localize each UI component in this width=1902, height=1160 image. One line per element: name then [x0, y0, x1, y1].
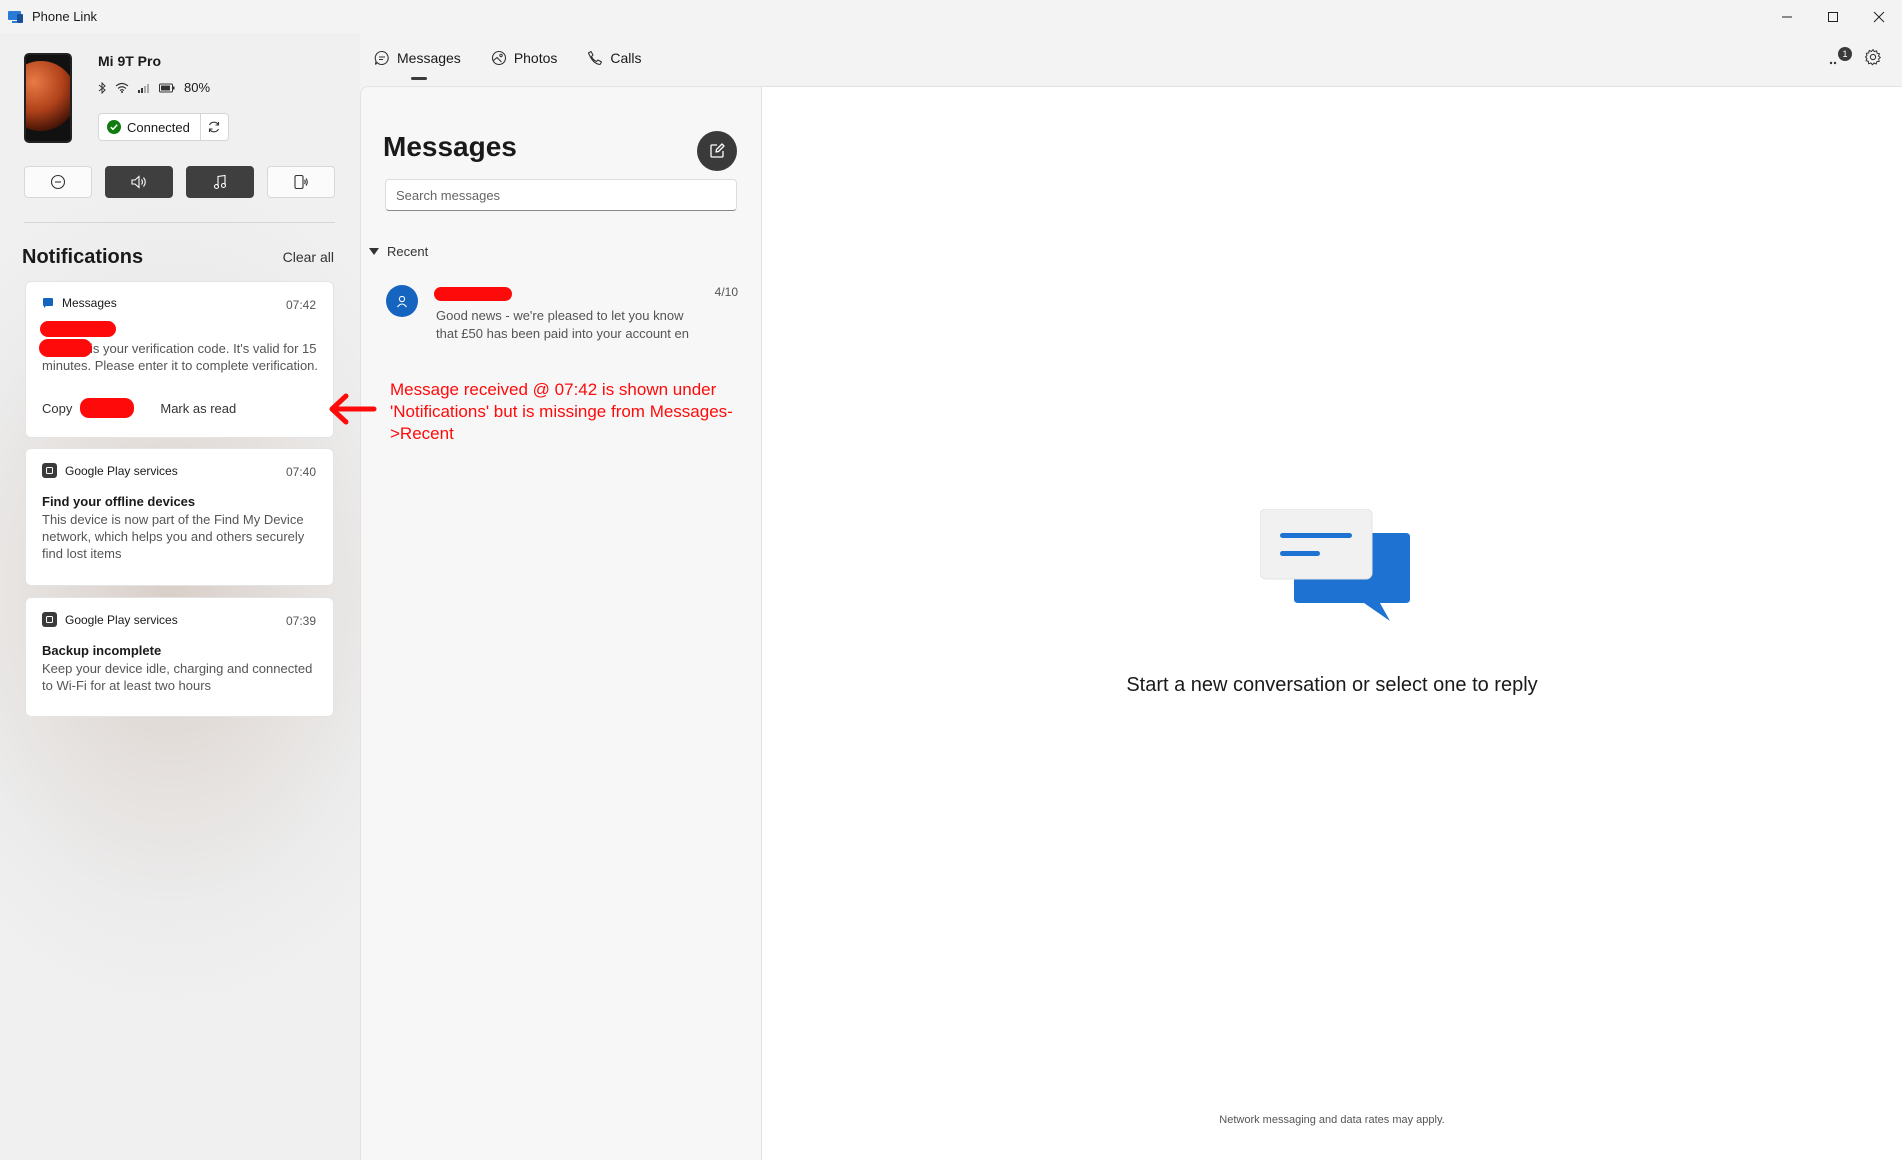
main-nav: Messages Photos Calls	[374, 50, 642, 66]
wifi-icon	[115, 82, 129, 93]
notification-time: 07:39	[285, 614, 316, 628]
conversation-view: Start a new conversation or select one t…	[762, 86, 1902, 1160]
tab-messages-label: Messages	[397, 50, 461, 66]
phone-link-app-icon	[8, 10, 23, 23]
notification-card[interactable]: Google Play services 07:40 Find your off…	[25, 448, 334, 586]
refresh-button[interactable]	[200, 113, 229, 141]
music-note-icon	[213, 174, 227, 190]
tab-calls[interactable]: Calls	[587, 50, 642, 66]
chat-bubbles-illustration	[1260, 509, 1410, 621]
more-options-button[interactable]: 1	[1826, 46, 1852, 71]
music-button[interactable]	[186, 166, 254, 198]
phone-image	[24, 53, 72, 143]
annotation-arrow-icon	[329, 393, 377, 425]
recent-section-header[interactable]: Recent	[369, 244, 428, 259]
compose-icon	[710, 143, 725, 158]
tab-messages[interactable]: Messages	[374, 50, 461, 66]
maximize-icon	[1828, 11, 1838, 22]
window-title: Phone Link	[32, 9, 98, 24]
photos-icon	[491, 50, 506, 66]
connection-status-label: Connected	[127, 119, 190, 135]
notification-title: Find your offline devices	[42, 494, 196, 509]
notification-body: This device is now part of the Find My D…	[42, 512, 305, 561]
messages-pane: Messages Search messages Recent 4/10 Goo…	[360, 86, 762, 1160]
tab-photos-label: Photos	[513, 50, 558, 66]
redacted-code	[39, 339, 92, 357]
chat-icon	[374, 50, 389, 65]
notification-time: 07:42	[285, 298, 316, 312]
tab-calls-label: Calls	[610, 50, 642, 66]
new-message-button[interactable]	[697, 131, 737, 171]
google-play-services-icon	[42, 463, 57, 478]
do-not-disturb-button[interactable]	[24, 166, 92, 198]
maximize-button[interactable]	[1810, 0, 1856, 33]
copy-code-button[interactable]: Copy	[42, 401, 72, 416]
notification-app-name: Google Play services	[65, 612, 178, 627]
battery-level: 80%	[184, 80, 211, 95]
avatar	[386, 285, 418, 317]
notification-title: Backup incomplete	[42, 643, 162, 658]
speaker-icon	[131, 175, 146, 189]
recent-label: Recent	[387, 244, 429, 259]
audio-output-button[interactable]	[267, 166, 335, 198]
selected-tab-indicator	[411, 77, 427, 80]
rates-disclaimer: Network messaging and data rates may app…	[1219, 1114, 1445, 1126]
clear-all-button[interactable]: Clear all	[283, 249, 334, 265]
close-button[interactable]	[1856, 0, 1902, 33]
sidebar-divider	[24, 222, 335, 223]
annotation-text: Message received @ 07:42 is shown under …	[390, 380, 733, 443]
device-status-row: 80%	[98, 80, 210, 95]
notification-card[interactable]: Messages 07:42 is your verification code…	[25, 281, 334, 438]
notification-body: Keep your device idle, charging and conn…	[42, 661, 313, 693]
notification-time: 07:40	[285, 465, 316, 479]
connection-status[interactable]: Connected	[98, 113, 201, 141]
caret-down-icon	[369, 247, 379, 255]
redacted-code-2	[80, 398, 134, 418]
search-input[interactable]: Search messages	[385, 179, 737, 211]
close-icon	[1873, 11, 1885, 22]
phone-speaker-icon	[294, 174, 308, 190]
gear-icon	[1865, 49, 1881, 66]
notification-app-name: Google Play services	[65, 463, 178, 478]
messages-app-icon	[43, 298, 53, 308]
minimize-button[interactable]	[1764, 0, 1810, 33]
signal-icon	[138, 83, 149, 93]
battery-icon	[159, 83, 175, 92]
notification-app-name: Messages	[62, 296, 117, 310]
device-sidebar: Mi 9T Pro 80% Connected Notifications Cl…	[0, 33, 360, 1160]
check-circle-icon	[107, 120, 121, 134]
conversation-date: 4/10	[714, 285, 738, 299]
notifications-heading: Notifications	[22, 246, 144, 268]
messages-heading: Messages	[383, 131, 517, 162]
phone-call-icon	[588, 50, 603, 66]
bluetooth-icon	[98, 81, 106, 94]
volume-button[interactable]	[105, 166, 173, 198]
person-icon	[397, 295, 407, 308]
conversation-preview: Good news - we're pleased to let you kno…	[436, 308, 689, 341]
conversation-item[interactable]: 4/10 Good news - we're pleased to let yo…	[386, 285, 746, 355]
title-bar: Phone Link	[0, 0, 1902, 33]
refresh-icon	[209, 121, 220, 133]
redacted-sender	[40, 321, 116, 337]
google-play-services-icon	[42, 612, 57, 627]
settings-button[interactable]	[1864, 48, 1882, 71]
notification-card[interactable]: Google Play services 07:39 Backup incomp…	[25, 597, 334, 717]
tab-photos[interactable]: Photos	[491, 50, 558, 66]
redacted-contact-name	[434, 287, 512, 301]
empty-state-title: Start a new conversation or select one t…	[1126, 674, 1538, 696]
mark-as-read-button[interactable]: Mark as read	[160, 401, 236, 416]
device-name: Mi 9T Pro	[98, 53, 162, 69]
do-not-disturb-icon	[50, 174, 66, 190]
minimize-icon	[1782, 16, 1792, 17]
notification-count-badge: 1	[1838, 46, 1852, 61]
